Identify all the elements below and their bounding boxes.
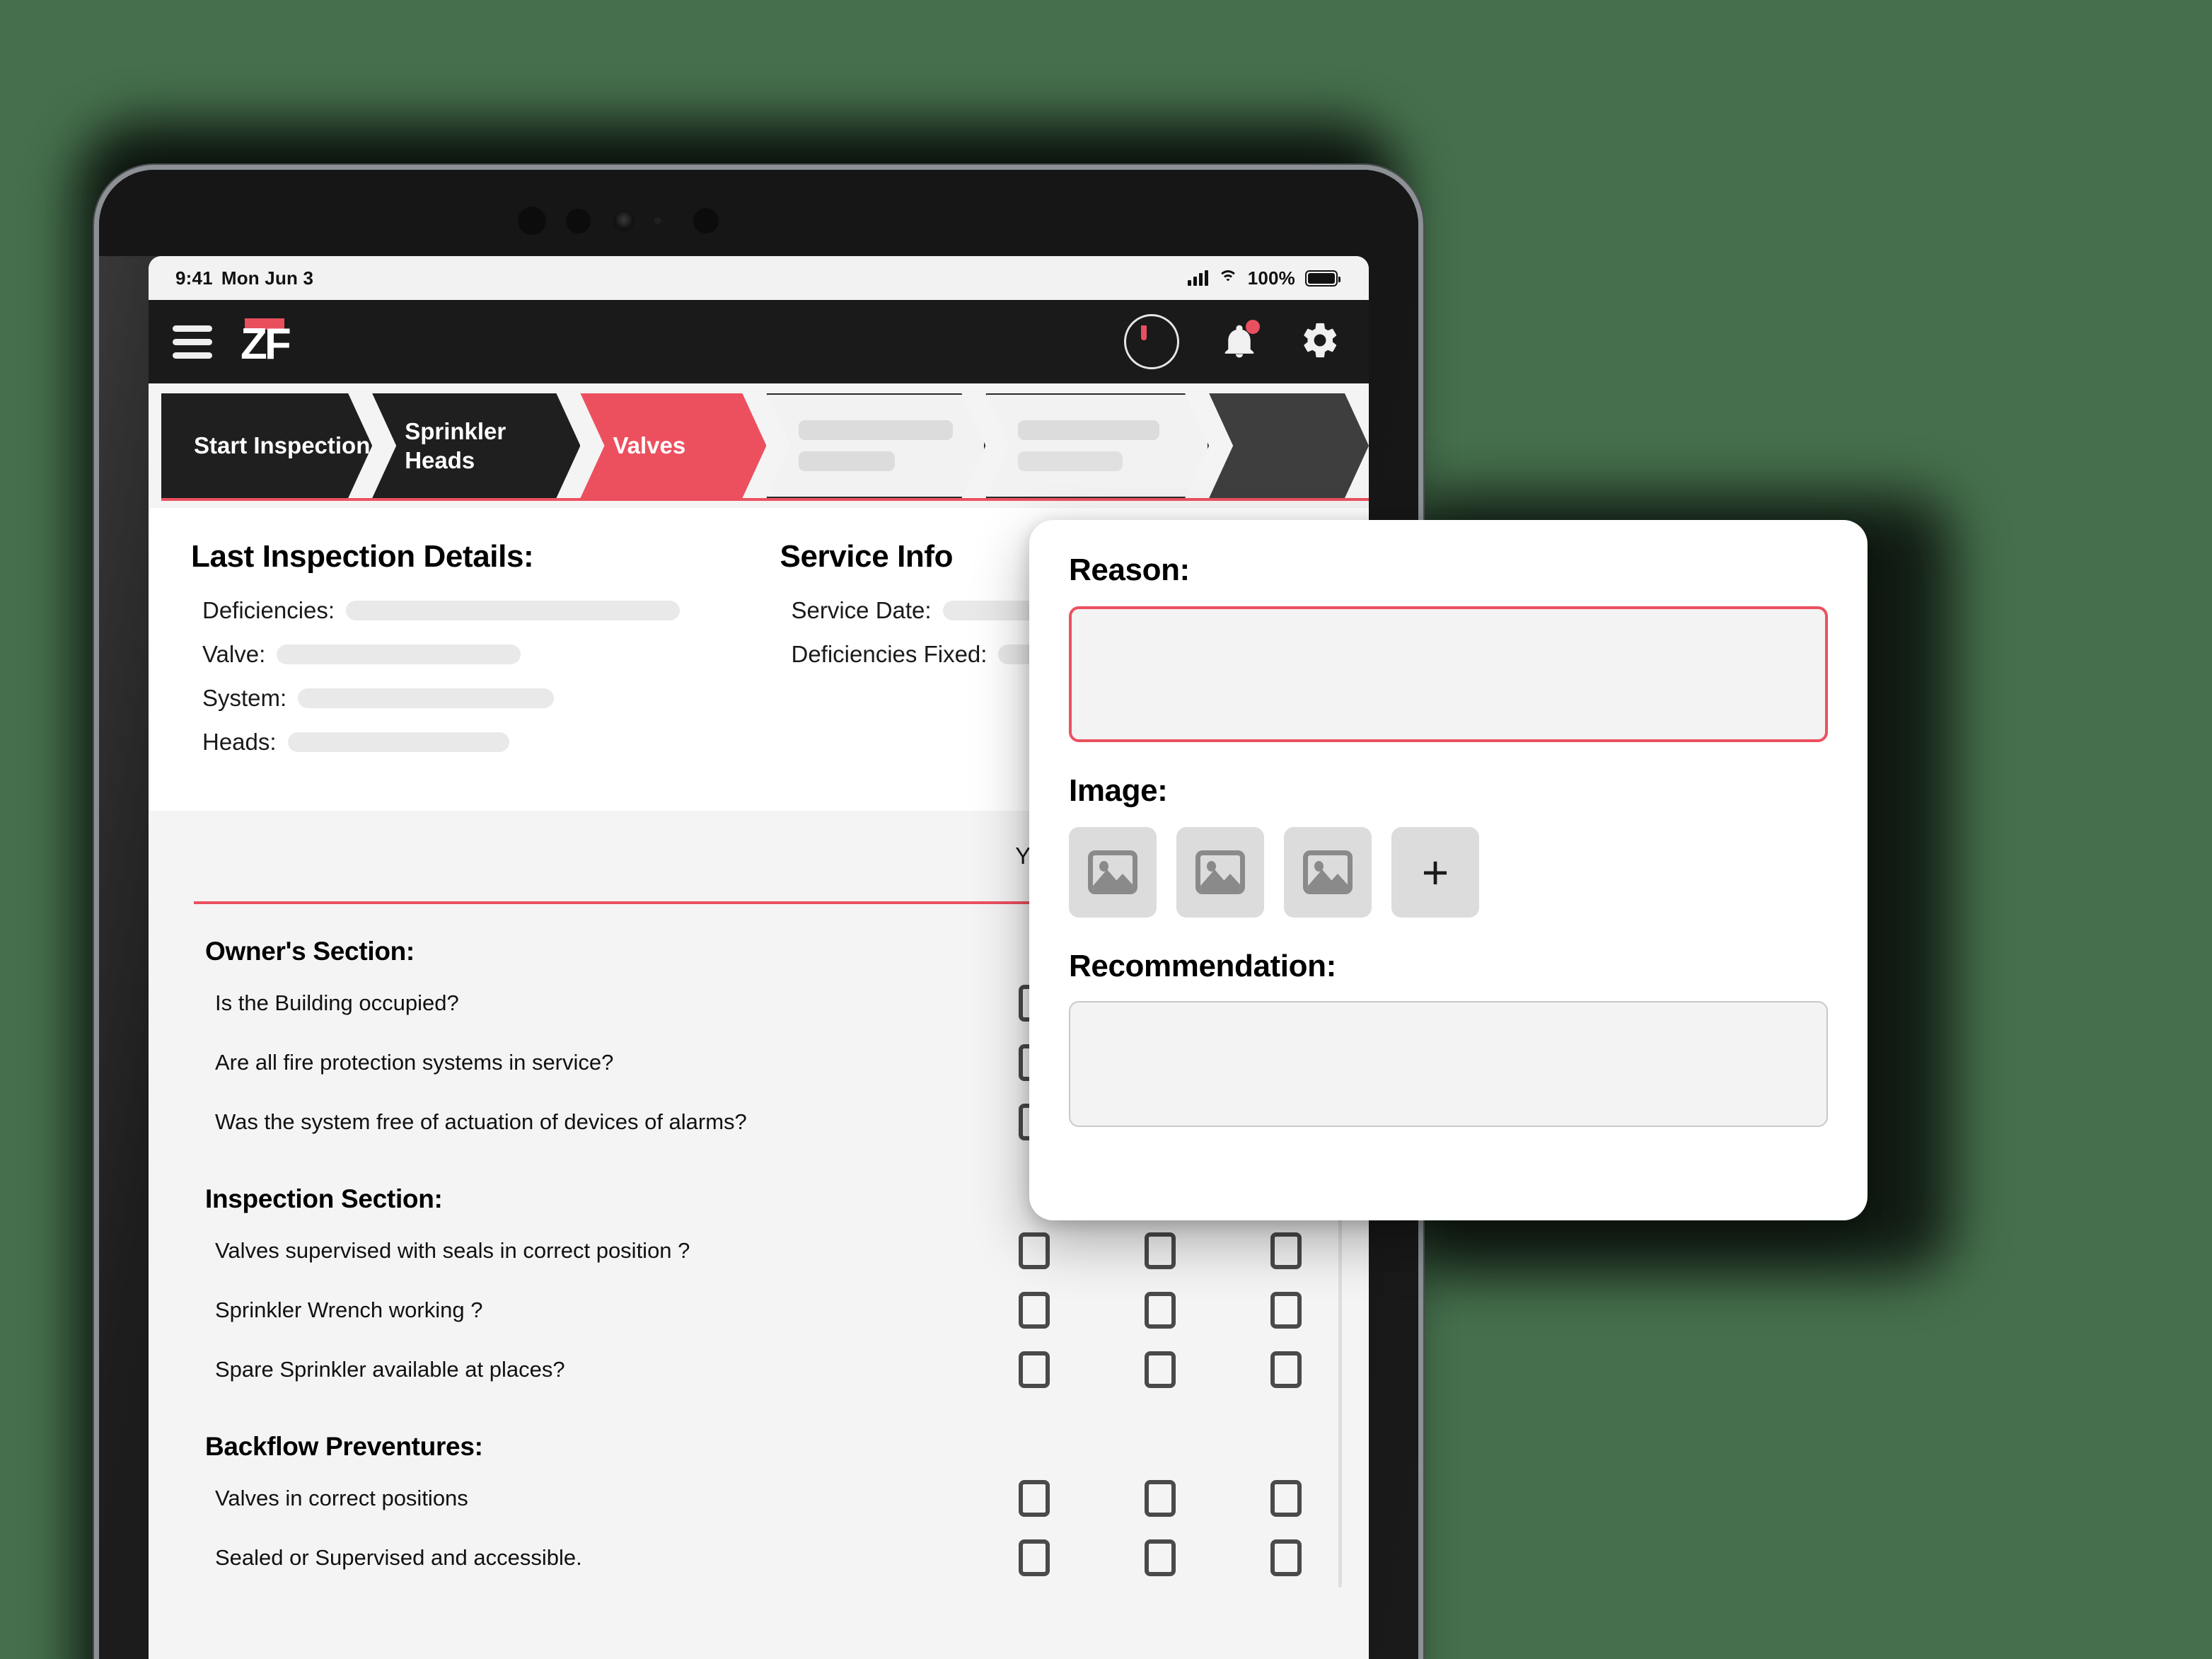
image-thumbnail-row: + — [1069, 827, 1828, 918]
question-label: Valves supervised with seals in correct … — [215, 1238, 690, 1263]
detail-label: Heads: — [202, 729, 277, 755]
battery-percent-label: 100% — [1247, 267, 1295, 289]
stepper-skeleton — [799, 420, 954, 471]
checkbox-yes[interactable] — [1019, 1480, 1050, 1517]
detail-label: Service Date: — [791, 597, 932, 623]
detail-label: Deficiencies: — [202, 597, 335, 623]
zf-logo: ZF — [241, 318, 300, 369]
stepper-step-start-inspection[interactable]: Start Inspection — [161, 393, 372, 498]
image-thumbnail[interactable] — [1069, 827, 1157, 918]
question-label: Valves in correct positions — [215, 1486, 468, 1510]
checkbox-col2[interactable] — [1145, 1539, 1176, 1576]
status-bar-left: 9:41 Mon Jun 3 — [175, 267, 313, 289]
ambient-sensor-icon — [654, 217, 661, 224]
image-thumbnail[interactable] — [1176, 827, 1264, 918]
status-bar-right: 100% — [1187, 267, 1340, 289]
status-time: 9:41 — [175, 267, 213, 289]
checkbox-col2[interactable] — [1145, 1292, 1176, 1329]
checkbox-col2[interactable] — [1145, 1232, 1176, 1269]
detail-label: Deficiencies Fixed: — [791, 641, 988, 667]
status-bar: 9:41 Mon Jun 3 100% — [149, 256, 1369, 300]
question-label: Was the system free of actuation of devi… — [215, 1109, 747, 1134]
section-title-backflow: Backflow Preventures: — [205, 1432, 483, 1461]
stepper-step-label: Sprinkler Heads — [405, 417, 506, 473]
checklist-row: Sealed or Supervised and accessible. — [171, 1528, 1349, 1588]
last-inspection-details-title: Last Inspection Details: — [191, 539, 534, 574]
stepper-step-placeholder-5[interactable] — [985, 393, 1209, 498]
image-label: Image: — [1069, 773, 1168, 808]
detail-label: System: — [202, 685, 287, 711]
battery-full-icon — [1305, 270, 1340, 287]
checkbox-yes[interactable] — [1019, 1232, 1050, 1269]
sensor-dot-icon — [518, 207, 546, 235]
checklist-row: Valves supervised with seals in correct … — [171, 1221, 1349, 1281]
inspection-stepper: Start Inspection Sprinkler Heads Valves — [149, 383, 1369, 508]
stepper-step-valves[interactable]: Valves — [580, 393, 766, 498]
checkbox-col2[interactable] — [1145, 1351, 1176, 1388]
cellular-signal-icon — [1187, 270, 1208, 286]
nav-actions — [1124, 314, 1340, 369]
checkbox-col3[interactable] — [1270, 1480, 1302, 1517]
checkbox-yes[interactable] — [1019, 1539, 1050, 1576]
stepper-step-sprinkler-heads[interactable]: Sprinkler Heads — [372, 393, 580, 498]
detail-row: Heads: — [191, 729, 780, 756]
detail-label: Valve: — [202, 641, 266, 667]
logo-text: ZF — [241, 320, 291, 369]
checkbox-col3[interactable] — [1270, 1292, 1302, 1329]
checklist-row: Spare Sprinkler available at places? — [171, 1340, 1349, 1399]
detail-row: System: — [191, 685, 780, 712]
question-label: Spare Sprinkler available at places? — [215, 1357, 565, 1382]
checkbox-yes[interactable] — [1019, 1292, 1050, 1329]
recommendation-input[interactable] — [1069, 1001, 1828, 1127]
stepper-step-label: Start Inspection — [194, 432, 371, 459]
question-label: Are all fire protection systems in servi… — [215, 1050, 614, 1075]
image-placeholder-icon — [1195, 850, 1245, 894]
stepper-step-placeholder-6[interactable] — [1209, 393, 1369, 498]
wifi-icon — [1217, 270, 1238, 286]
checkbox-yes[interactable] — [1019, 1351, 1050, 1388]
stepper-skeleton — [1018, 420, 1160, 471]
sensor-dot-icon — [693, 208, 719, 233]
checkbox-col3[interactable] — [1270, 1351, 1302, 1388]
checkbox-col3[interactable] — [1270, 1232, 1302, 1269]
detail-row: Deficiencies: — [191, 597, 780, 624]
notification-badge-dot — [1246, 320, 1260, 334]
plus-icon: + — [1421, 846, 1449, 898]
detail-value-placeholder — [277, 644, 521, 664]
recommendation-label: Recommendation: — [1069, 949, 1336, 983]
reason-label: Reason: — [1069, 553, 1190, 587]
sensor-dot-icon — [566, 209, 591, 233]
checkbox-col2[interactable] — [1145, 1480, 1176, 1517]
device-top-bezel — [99, 170, 1418, 256]
notification-bell-icon[interactable] — [1220, 320, 1260, 362]
hamburger-menu-icon[interactable] — [173, 325, 212, 359]
last-inspection-details-column: Last Inspection Details: Deficiencies: V… — [191, 539, 780, 773]
question-label: Sprinkler Wrench working ? — [215, 1297, 483, 1322]
add-image-button[interactable]: + — [1391, 827, 1479, 918]
detail-value-placeholder — [287, 732, 509, 752]
microphone-icon[interactable] — [1124, 314, 1179, 369]
stepper-step-label: Valves — [613, 432, 686, 459]
stepper-step-placeholder-4[interactable] — [766, 393, 985, 498]
detail-value-placeholder — [298, 688, 555, 708]
checklist-row: Valves in correct positions — [171, 1469, 1349, 1528]
image-placeholder-icon — [1088, 850, 1137, 894]
checklist-row: Sprinkler Wrench working ? — [171, 1281, 1349, 1340]
deficiency-detail-modal: Reason: Image: + Recommendation: — [1029, 520, 1868, 1220]
status-date: Mon Jun 3 — [221, 267, 314, 289]
front-camera-icon — [613, 210, 635, 231]
detail-value-placeholder — [346, 601, 681, 620]
stepper-underline — [161, 498, 1369, 501]
app-top-nav: ZF — [149, 300, 1369, 383]
settings-gear-icon[interactable] — [1299, 320, 1340, 364]
question-label: Sealed or Supervised and accessible. — [215, 1545, 582, 1570]
detail-row: Valve: — [191, 641, 780, 668]
question-label: Is the Building occupied? — [215, 990, 459, 1015]
image-thumbnail[interactable] — [1284, 827, 1372, 918]
image-placeholder-icon — [1303, 850, 1353, 894]
checkbox-col3[interactable] — [1270, 1539, 1302, 1576]
reason-input[interactable] — [1069, 606, 1828, 742]
